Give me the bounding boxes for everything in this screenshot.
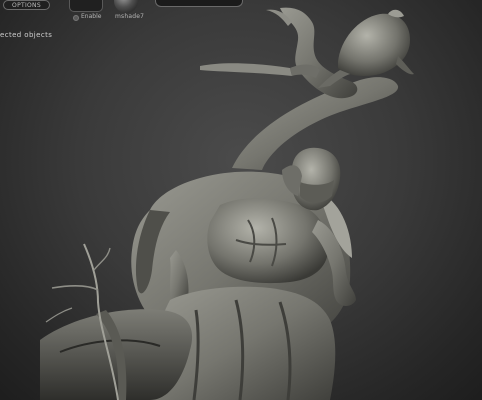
radio-dot-icon[interactable] xyxy=(73,15,79,21)
material-label: mshade7 xyxy=(115,13,145,20)
sculpt-viewport[interactable] xyxy=(0,0,482,400)
sculpt-model xyxy=(40,7,414,400)
options-button[interactable]: OPTIONS xyxy=(3,0,50,10)
status-message: ected objects xyxy=(0,31,53,39)
enable-label: Enable xyxy=(81,13,102,20)
color-swatch-panel[interactable] xyxy=(155,0,243,7)
top-toolbar: OPTIONS Enable mshade7 xyxy=(0,0,482,28)
material-sphere-icon[interactable] xyxy=(114,0,138,13)
texture-thumbnail[interactable] xyxy=(69,0,103,12)
